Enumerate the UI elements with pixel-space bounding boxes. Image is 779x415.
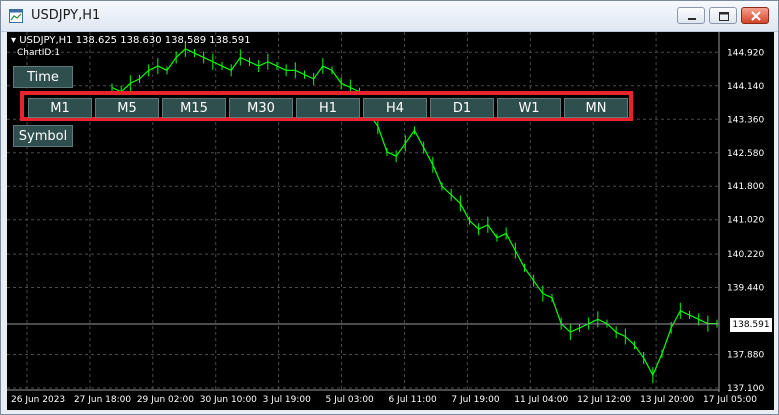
x-tick-label: 13 Jul 20:00 xyxy=(640,395,694,405)
timeframe-button-h4[interactable]: H4 xyxy=(363,98,427,118)
y-tick-label: 143.360 xyxy=(727,115,764,125)
timeframe-button-m1[interactable]: M1 xyxy=(28,98,92,118)
x-tick-label: 26 Jun 2023 xyxy=(11,395,65,405)
x-tick-label: 12 Jul 12:00 xyxy=(577,395,631,405)
chart-canvas[interactable]: 144.920 144.140 143.360 142.580 141.800 141.0… xyxy=(7,32,774,410)
timeframe-button-m5[interactable]: M5 xyxy=(95,98,159,118)
y-tick-label: 144.140 xyxy=(727,82,764,92)
symbol-info-line: ▾ USDJPY,H1 138.625 138.630 138.589 138.… xyxy=(11,35,251,46)
timeframe-panel: M1 M5 M15 M30 H1 H4 D1 W1 MN xyxy=(20,91,633,121)
close-icon xyxy=(751,11,761,21)
x-tick-label: 30 Jun 10:00 xyxy=(200,395,257,405)
timeframe-button-w1[interactable]: W1 xyxy=(497,98,561,118)
timeframe-button-h1[interactable]: H1 xyxy=(296,98,360,118)
y-tick-label: 141.800 xyxy=(727,182,764,192)
close-button[interactable] xyxy=(741,7,769,24)
timeframe-button-d1[interactable]: D1 xyxy=(430,98,494,118)
title-bar[interactable]: USDJPY,H1 xyxy=(1,1,778,32)
x-tick-label: 27 Jun 18:00 xyxy=(74,395,131,405)
collapse-triangle-icon[interactable]: ▾ xyxy=(11,35,16,46)
y-tick-label: 140.220 xyxy=(727,250,764,260)
chart-window: USDJPY,H1 144.920 144.140 143.360 142.580 14… xyxy=(0,0,779,415)
maximize-button[interactable] xyxy=(709,7,737,24)
time-button[interactable]: Time xyxy=(13,66,73,88)
y-tick-label: 144.920 xyxy=(727,48,764,58)
current-price-tag: 138.591 xyxy=(730,318,772,332)
x-tick-label: 11 Jul 04:00 xyxy=(514,395,568,405)
y-tick-label: 141.020 xyxy=(727,216,764,226)
y-tick-label: 139.440 xyxy=(727,284,764,294)
timeframe-button-m30[interactable]: M30 xyxy=(229,98,293,118)
chart-id-label: ChartID:1 xyxy=(17,48,61,58)
window-title: USDJPY,H1 xyxy=(31,8,101,23)
x-tick-label: 5 Jul 03:00 xyxy=(326,395,375,405)
chart-window-icon xyxy=(9,8,23,23)
x-tick-label: 29 Jun 02:00 xyxy=(137,395,194,405)
timeframe-button-m15[interactable]: M15 xyxy=(162,98,226,118)
y-tick-label: 142.580 xyxy=(727,149,764,159)
symbol-button[interactable]: Symbol xyxy=(13,125,73,147)
x-tick-label: 3 Jul 19:00 xyxy=(263,395,312,405)
minimize-icon xyxy=(688,18,696,20)
x-tick-label: 6 Jul 11:00 xyxy=(388,395,437,405)
maximize-icon xyxy=(719,12,729,21)
x-tick-label: 17 Jul 05:00 xyxy=(703,395,757,405)
symbol-quote-text: USDJPY,H1 138.625 138.630 138.589 138.59… xyxy=(19,35,251,46)
y-tick-label: 137.880 xyxy=(727,351,764,361)
y-tick-label: 137.100 xyxy=(727,384,764,394)
chart-grid xyxy=(7,32,720,390)
x-tick-label: 7 Jul 19:00 xyxy=(451,395,500,405)
price-chart[interactable]: 144.920 144.140 143.360 142.580 141.800 141.0… xyxy=(7,32,774,410)
chart-axes: 144.920 144.140 143.360 142.580 141.800 141.0… xyxy=(7,32,764,405)
timeframe-button-mn[interactable]: MN xyxy=(564,98,628,118)
minimize-button[interactable] xyxy=(677,7,705,24)
